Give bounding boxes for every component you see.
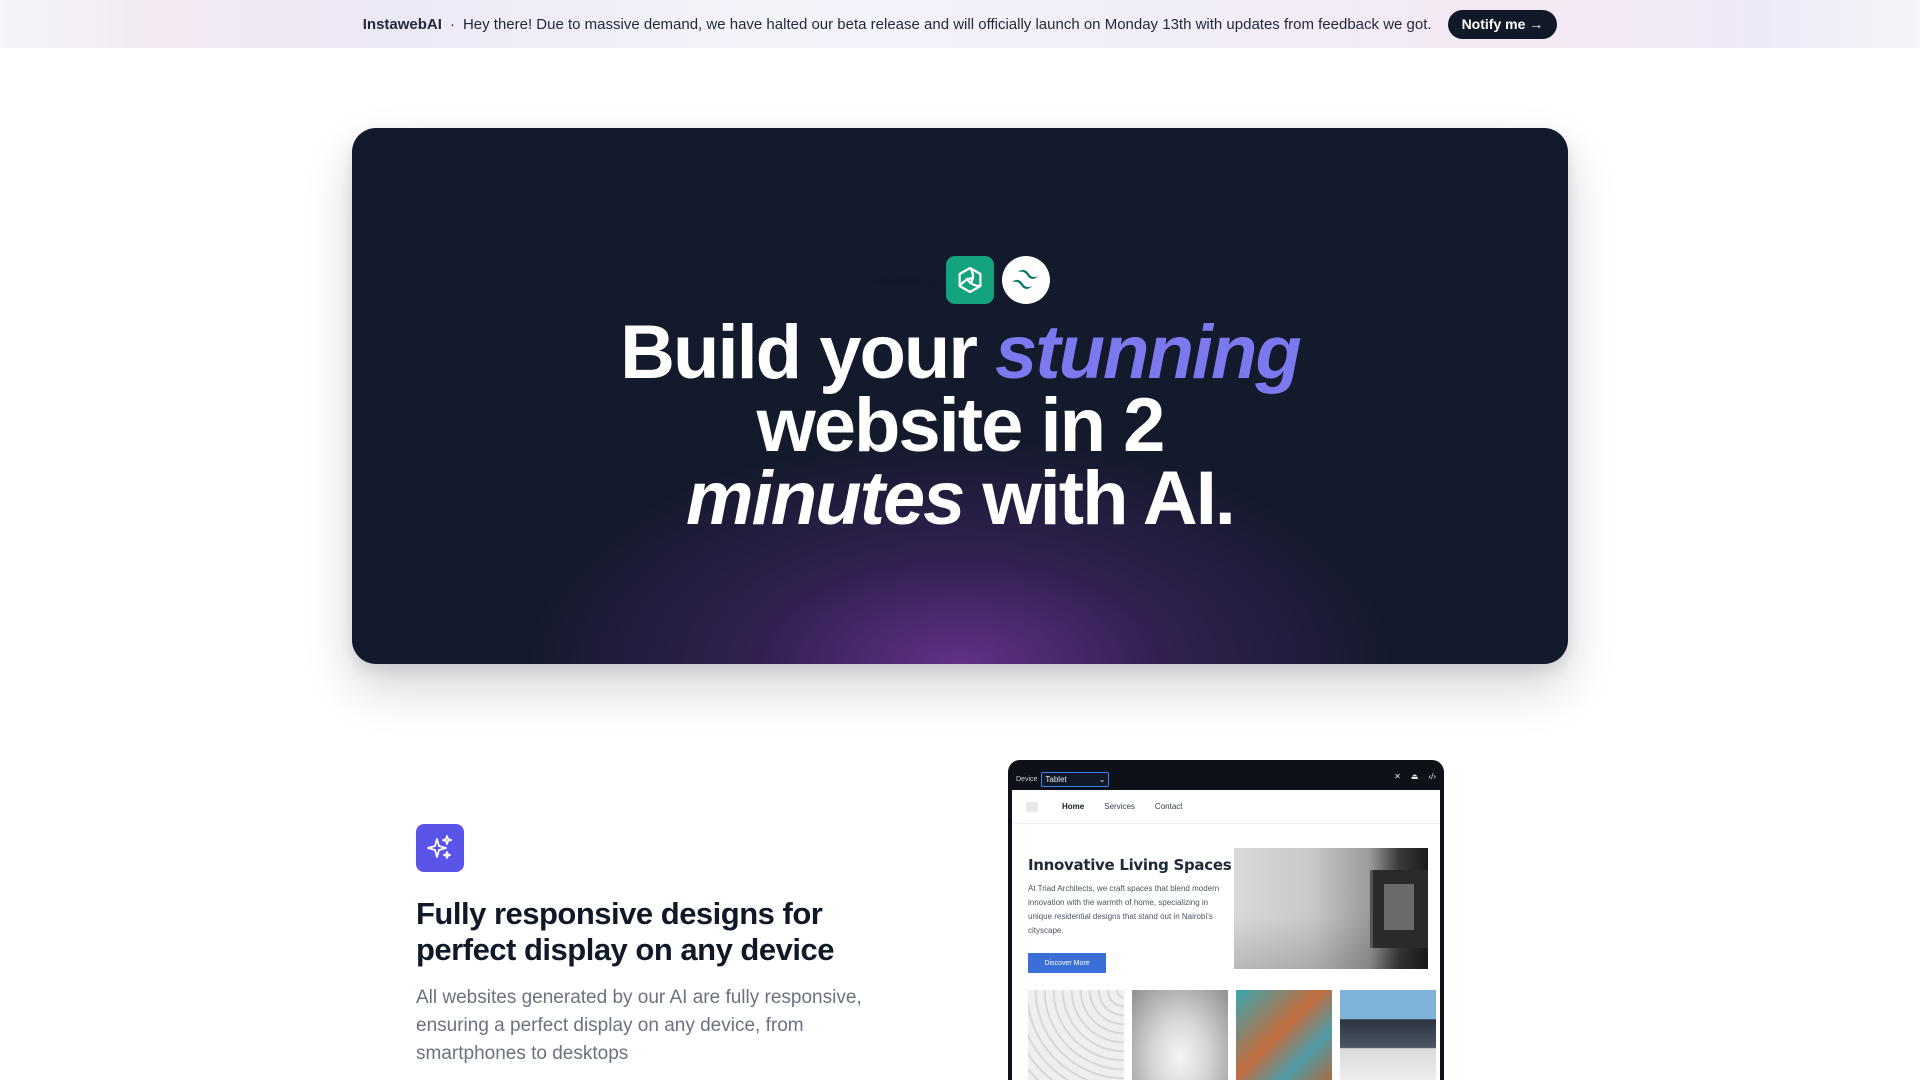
discover-more-button[interactable]: Discover More	[1028, 953, 1106, 973]
code-icon[interactable]: ‹/›	[1428, 772, 1436, 781]
device-select[interactable]: Tablet ⌄	[1041, 771, 1110, 787]
site-gallery	[1028, 990, 1436, 1080]
feature-description: All websites generated by our AI are ful…	[416, 987, 862, 1064]
building-detail-shape	[1384, 884, 1414, 930]
preview-screen: Home Services Contact Innovative Living …	[1012, 790, 1440, 1080]
site-hero-image	[1234, 848, 1428, 969]
banner-separator: ·	[449, 15, 455, 33]
sparkles-icon	[416, 824, 464, 872]
headline-italic: minutes	[686, 456, 965, 541]
device-label: Device	[1016, 775, 1038, 783]
site-logo-icon	[1026, 801, 1038, 812]
site-nav-contact[interactable]: Contact	[1155, 802, 1183, 811]
tailwind-logo-icon	[1002, 256, 1051, 304]
gallery-image	[1028, 990, 1124, 1080]
powered-by: Powered by	[352, 256, 1568, 304]
headline-end: with AI.	[963, 456, 1236, 541]
hero-headline: Build your stunning website in 2 minutes…	[352, 315, 1568, 537]
site-hero-text: At Triad Architects, we craft spaces tha…	[1028, 884, 1220, 935]
notify-me-button[interactable]: Notify me →	[1447, 9, 1558, 39]
chevron-down-icon: ⌄	[1098, 774, 1106, 784]
site-nav: Home Services Contact	[1012, 790, 1440, 824]
site-nav-home[interactable]: Home	[1062, 802, 1084, 811]
tablet-preview: Device Tablet ⌄ ✕ ⏏ ‹/› Home Services Co…	[1008, 760, 1444, 1080]
gallery-image	[1236, 990, 1332, 1080]
announcement-bar: InstawebAI · Hey there! Due to massive d…	[0, 0, 1920, 48]
hero-card: Powered by Build your stunning website i…	[352, 128, 1568, 664]
download-icon[interactable]: ⏏	[1411, 772, 1419, 781]
site-hero-title: Innovative Living Spaces	[1028, 856, 1232, 874]
banner-message: Hey there! Due to massive demand, we hav…	[462, 15, 1432, 33]
gallery-image	[1340, 990, 1436, 1080]
openai-logo-icon	[946, 256, 995, 304]
expand-icon[interactable]: ✕	[1394, 772, 1401, 781]
gallery-image	[1132, 990, 1228, 1080]
device-select-value: Tablet	[1045, 774, 1067, 784]
powered-by-label: Powered by	[869, 272, 939, 288]
preview-tools: ✕ ⏏ ‹/›	[1394, 772, 1436, 781]
site-nav-services[interactable]: Services	[1104, 802, 1135, 811]
banner-brand: InstawebAI	[362, 15, 442, 33]
preview-toolbar: Device Tablet ⌄ ✕ ⏏ ‹/›	[1012, 768, 1440, 790]
feature-title: Fully responsive designs for perfect dis…	[416, 896, 834, 967]
